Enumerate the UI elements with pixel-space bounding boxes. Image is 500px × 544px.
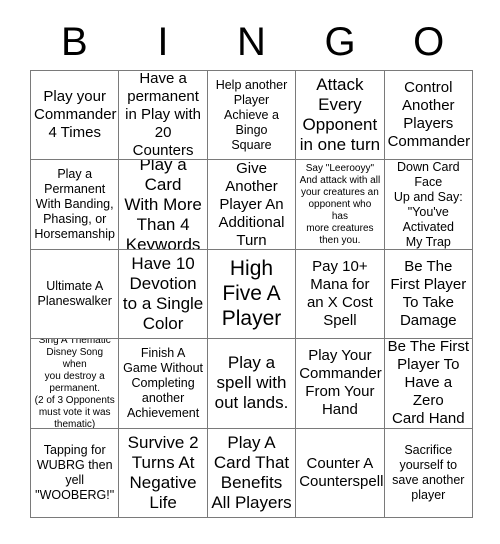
bingo-cell-label: Counter A Counterspell (299, 454, 384, 490)
header-letter-b: B (60, 20, 88, 64)
bingo-cell-label: Give Another Player An Additional Turn (218, 160, 285, 249)
bingo-cell[interactable]: Pay 10+ Mana for an X Cost Spell (296, 249, 385, 340)
bingo-cell[interactable]: Turn a Face Down Card Face Up and Say: "… (384, 160, 473, 250)
header-letter-n: N (237, 20, 266, 64)
bingo-cell-label: Play a Permanent With Banding, Phasing, … (34, 167, 115, 242)
bingo-header: B I N G O (30, 14, 473, 70)
bingo-cell-label: Turn a Face Down Card Face Up and Say: "… (393, 160, 463, 249)
bingo-cell-label: Be The First Player To Take Damage (390, 257, 467, 329)
bingo-cell-label: Survive 2 Turns At Negative Life (127, 432, 199, 512)
bingo-cell[interactable]: Have 10 Devotion to a Single Color (119, 249, 208, 340)
bingo-cell[interactable]: Play a Card With More Than 4 Keywords (119, 160, 208, 250)
bingo-cell[interactable]: Say "Leerooyy" And attack with all your … (296, 160, 385, 250)
bingo-card: B I N G O Play your Commander 4 Times Hav… (0, 0, 500, 544)
bingo-cell-label: Have 10 Devotion to a Single Color (122, 253, 204, 333)
bingo-cell[interactable]: Be The First Player To Take Damage (384, 249, 473, 340)
bingo-cell[interactable]: Play Your Commander From Your Hand (296, 339, 385, 429)
bingo-cell[interactable]: Help another Player Achieve a Bingo Squa… (207, 71, 297, 161)
bingo-cell-label: Play Your Commander From Your Hand (299, 347, 382, 419)
bingo-cell-label: Attack Every Opponent in one turn (299, 75, 381, 155)
bingo-cell-label: Help another Player Achieve a Bingo Squa… (215, 77, 288, 152)
bingo-cell-label: Finish A Game Without Completing another… (123, 345, 204, 420)
header-letter-i: I (157, 20, 169, 64)
bingo-cell[interactable]: Sing A Thematic Disney Song when you des… (31, 339, 120, 429)
header-letter-o: O (413, 20, 445, 64)
bingo-cell[interactable]: Finish A Game Without Completing another… (119, 339, 208, 429)
bingo-cell[interactable]: Ultimate A Planeswalker (31, 249, 120, 340)
bingo-cell-label: Have a permanent in Play with 20 Counter… (125, 71, 202, 160)
bingo-cell[interactable]: Sacrifice yourself to save another playe… (384, 428, 473, 518)
bingo-cell-label: Control Another Players Commander (387, 79, 471, 151)
bingo-cell-label: Sing A Thematic Disney Song when you des… (34, 339, 115, 429)
bingo-cell-label: Play a Card With More Than 4 Keywords (124, 160, 202, 250)
bingo-cell[interactable]: Play a spell with out lands. (207, 339, 297, 429)
bingo-cell[interactable]: Play A Card That Benefits All Players (207, 428, 297, 518)
bingo-cell[interactable]: Survive 2 Turns At Negative Life (119, 428, 208, 518)
bingo-cell[interactable]: Play a Permanent With Banding, Phasing, … (31, 160, 120, 250)
bingo-cell-label: Sacrifice yourself to save another playe… (392, 442, 465, 502)
bingo-cell-label: High Five A Player (221, 257, 282, 331)
bingo-cell[interactable]: Attack Every Opponent in one turn (296, 71, 385, 161)
bingo-cell[interactable]: Have a permanent in Play with 20 Counter… (119, 71, 208, 161)
bingo-cell-label: Say "Leerooyy" And attack with all your … (299, 162, 381, 246)
bingo-cell-label: Pay 10+ Mana for an X Cost Spell (306, 257, 373, 329)
bingo-cell-label: Play a spell with out lands. (214, 353, 289, 413)
bingo-cell-label: Be The First Player To Have a Zero Card … (387, 339, 470, 428)
bingo-cell[interactable]: Tapping for WUBRG then yell "WOOBERG!" (31, 428, 120, 518)
bingo-cell[interactable]: Counter A Counterspell (296, 428, 385, 518)
bingo-cell[interactable]: Give Another Player An Additional Turn (207, 160, 297, 250)
bingo-cell[interactable]: Play your Commander 4 Times (31, 71, 120, 161)
bingo-cell-label: Ultimate A Planeswalker (37, 278, 112, 308)
bingo-cell[interactable]: High Five A Player (207, 249, 297, 340)
bingo-cell-label: Tapping for WUBRG then yell "WOOBERG!" (35, 442, 115, 502)
bingo-grid: Play your Commander 4 Times Have a perman… (30, 70, 473, 518)
bingo-cell-label: Play A Card That Benefits All Players (211, 432, 292, 512)
header-letter-g: G (324, 20, 356, 64)
bingo-cell[interactable]: Control Another Players Commander (384, 71, 473, 161)
bingo-cell[interactable]: Be The First Player To Have a Zero Card … (384, 339, 473, 429)
bingo-cell-label: Play your Commander 4 Times (34, 88, 117, 142)
